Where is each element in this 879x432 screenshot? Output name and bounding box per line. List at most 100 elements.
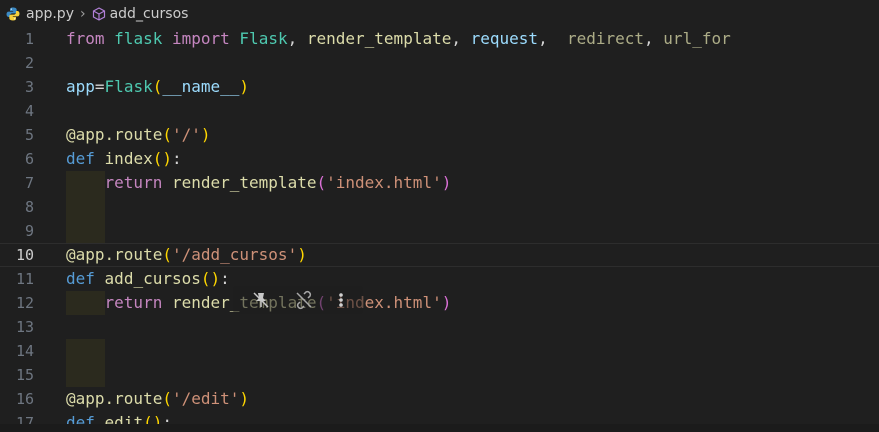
code-token: request xyxy=(470,29,539,48)
code-text: @app.route('/') xyxy=(66,123,211,147)
code-token: = xyxy=(94,77,105,96)
code-editor[interactable]: app.py › add_cursos 1 from flask import F… xyxy=(0,0,879,432)
code-token: () xyxy=(152,149,172,168)
code-token: ( xyxy=(152,77,163,96)
code-area[interactable]: 1 from flask import Flask, render_templat… xyxy=(0,27,879,432)
code-token: ) xyxy=(200,125,211,144)
code-line[interactable]: 2 xyxy=(0,51,879,75)
code-text: def index(): xyxy=(66,147,182,171)
code-line[interactable]: 9 xyxy=(0,219,879,243)
code-line[interactable]: 6 def index(): xyxy=(0,147,879,171)
code-text: @app.route('/add_cursos') xyxy=(66,244,307,266)
code-token: @app.route xyxy=(66,389,163,408)
code-line[interactable]: 10 @app.route('/add_cursos') xyxy=(0,243,879,267)
code-token: index xyxy=(104,149,153,168)
code-text: @app.route('/edit') xyxy=(66,387,249,411)
code-line[interactable]: 7 return render_template('index.html') xyxy=(0,171,879,195)
line-number: 14 xyxy=(15,342,34,360)
breadcrumb-symbol[interactable]: add_cursos xyxy=(110,6,189,22)
line-number: 1 xyxy=(24,30,34,48)
line-number: 6 xyxy=(24,150,34,168)
line-number: 5 xyxy=(24,126,34,144)
code-token: : xyxy=(171,149,182,168)
code-token: ( xyxy=(162,245,172,264)
indent-guide xyxy=(66,363,105,387)
line-number: 11 xyxy=(15,270,34,288)
code-token: , xyxy=(451,29,471,48)
code-token: import xyxy=(171,29,230,48)
code-line[interactable]: 13 xyxy=(0,315,879,339)
code-line[interactable]: 16 @app.route('/edit') xyxy=(0,387,879,411)
code-token: , xyxy=(287,29,307,48)
breadcrumb-file[interactable]: app.py xyxy=(26,6,74,22)
line-number: 13 xyxy=(15,318,34,336)
code-token: app xyxy=(66,77,95,96)
code-token: flask xyxy=(114,29,163,48)
line-number: 8 xyxy=(24,198,34,216)
line-number: 10 xyxy=(15,246,34,264)
code-token: render_template xyxy=(171,173,317,192)
indent-guide xyxy=(66,195,105,219)
code-token: '/add_cursos' xyxy=(171,245,298,264)
hover-toolbar xyxy=(233,286,363,314)
code-line[interactable]: 12 return render_template('index.html') xyxy=(0,291,879,315)
code-token: , xyxy=(644,29,664,48)
code-token: __name__ xyxy=(162,77,240,96)
horizontal-scrollbar[interactable] xyxy=(0,424,879,432)
line-number: 16 xyxy=(15,390,34,408)
method-cube-icon xyxy=(92,7,106,21)
code-token: from xyxy=(66,29,105,48)
code-line[interactable]: 1 from flask import Flask, render_templat… xyxy=(0,27,879,51)
line-number: 2 xyxy=(24,54,34,72)
indent-guide xyxy=(66,219,105,243)
more-vertical-icon[interactable] xyxy=(337,290,345,310)
python-file-icon xyxy=(6,7,20,21)
line-number: 7 xyxy=(24,174,34,192)
code-token: ) xyxy=(441,173,452,192)
code-token: '/' xyxy=(171,125,201,144)
code-token: ) xyxy=(297,245,307,264)
code-token: Flask xyxy=(239,29,288,48)
line-number: 12 xyxy=(15,294,34,312)
code-text: return render_template('index.html') xyxy=(66,171,452,195)
code-line[interactable]: 3 app=Flask(__name__) xyxy=(0,75,879,99)
code-token: : xyxy=(220,269,230,288)
code-text: app=Flask(__name__) xyxy=(66,75,249,99)
code-line[interactable]: 5 @app.route('/') xyxy=(0,123,879,147)
pin-off-icon[interactable] xyxy=(251,290,271,310)
code-token: add_cursos xyxy=(104,269,201,288)
code-token: ( xyxy=(162,125,172,144)
code-token: Flask xyxy=(104,77,153,96)
code-token: , xyxy=(538,29,567,48)
link-off-icon[interactable] xyxy=(294,290,314,310)
code-line[interactable]: 4 xyxy=(0,99,879,123)
code-token: '/edit' xyxy=(171,389,240,408)
code-text: from flask import Flask, render_template… xyxy=(66,27,731,51)
code-token: ( xyxy=(316,173,327,192)
code-token: def xyxy=(66,269,95,288)
code-token: render_template xyxy=(306,29,452,48)
code-token: @app.route xyxy=(66,245,163,264)
breadcrumb: app.py › add_cursos xyxy=(0,0,879,28)
code-line[interactable]: 14 xyxy=(0,339,879,363)
code-token: url_for xyxy=(663,29,731,48)
code-line[interactable]: 15 xyxy=(0,363,879,387)
code-line[interactable]: 11 def add_cursos(): xyxy=(0,267,879,291)
code-token: 'index.html' xyxy=(326,173,442,192)
code-line[interactable]: 8 xyxy=(0,195,879,219)
code-token: def xyxy=(66,149,95,168)
line-number: 15 xyxy=(15,366,34,384)
line-number: 9 xyxy=(24,222,34,240)
code-token: ( xyxy=(162,389,172,408)
code-token: ) xyxy=(239,77,250,96)
code-token: return xyxy=(104,173,163,192)
code-token: redirect xyxy=(566,29,645,48)
code-token: () xyxy=(200,269,221,288)
